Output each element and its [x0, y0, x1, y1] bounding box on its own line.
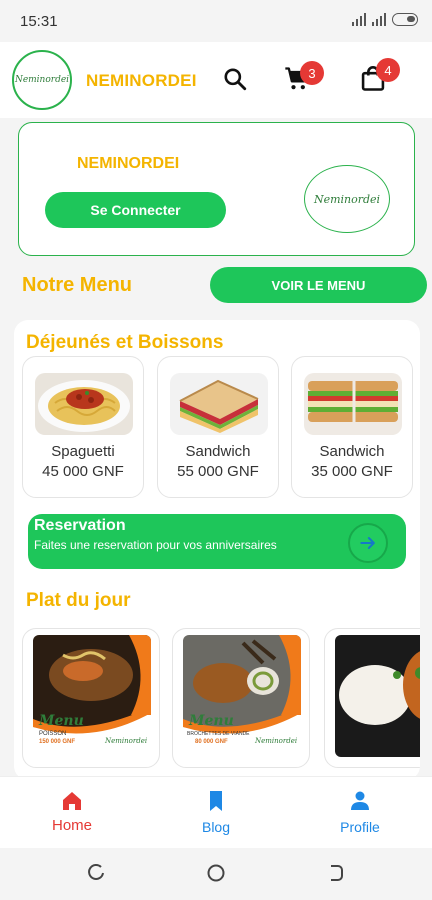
login-button[interactable]: Se Connecter: [45, 192, 226, 228]
spaghetti-image: [35, 373, 133, 435]
status-time: 15:31: [20, 13, 58, 30]
nav-item-blog[interactable]: Blog: [156, 777, 276, 849]
dish-menu-label: Menu: [189, 713, 234, 729]
reservation-title: Reservation: [34, 517, 126, 534]
reservation-subtitle: Faites une reservation pour vos annivers…: [34, 538, 277, 552]
daily-dish-card[interactable]: Menu POISSON 150 000 GNF Neminordei: [22, 628, 160, 768]
food-price: 55 000 GNF: [177, 463, 259, 480]
food-name: Spaguetti: [51, 443, 115, 460]
food-price: 45 000 GNF: [42, 463, 124, 480]
dish-brand: Neminordei: [255, 737, 298, 745]
see-menu-button[interactable]: VOIR LE MENU: [210, 267, 427, 303]
food-price: 35 000 GNF: [311, 463, 393, 480]
dish-brand: Neminordei: [105, 737, 148, 745]
brand-name: NEMINORDEI: [86, 71, 197, 90]
back-icon[interactable]: [326, 863, 346, 883]
status-bar: 15:31: [0, 0, 432, 42]
logo[interactable]: Neminordei: [12, 50, 72, 110]
rice-dish-image: [335, 635, 420, 757]
dish-name: BROCHETTES DE VIANDE: [187, 731, 250, 737]
welcome-card: NEMINORDEI Se Connecter Neminordei: [18, 122, 415, 256]
recent-apps-icon[interactable]: [86, 863, 106, 883]
food-name: Sandwich: [319, 443, 385, 460]
dish-price: 80 000 GNF: [195, 739, 228, 745]
hero-logo: Neminordei: [304, 165, 390, 233]
nav-label-home: Home: [51, 817, 92, 834]
food-card[interactable]: Sandwich 35 000 GNF: [291, 356, 413, 498]
reservation-banner[interactable]: Reservation Faites une reservation pour …: [28, 514, 406, 569]
lunch-section-title: Déjeunés et Boissons: [26, 332, 224, 353]
daily-dish-card[interactable]: [324, 628, 420, 768]
food-card[interactable]: Sandwich 55 000 GNF: [157, 356, 279, 498]
signal-icon: [372, 12, 386, 26]
menu-panel: Déjeunés et Boissons Spaguetti 45 000 GN…: [14, 320, 420, 780]
bag-count-badge: 4: [376, 58, 400, 82]
food-name: Sandwich: [185, 443, 251, 460]
nav-item-home[interactable]: Home: [12, 777, 132, 849]
sandwich-image: [170, 373, 268, 435]
person-icon: [351, 791, 369, 810]
home-system-icon[interactable]: [206, 863, 226, 883]
arrow-right-icon[interactable]: [348, 523, 388, 563]
bottom-navigation: Home Blog Profile: [0, 776, 432, 848]
food-card[interactable]: Spaguetti 45 000 GNF: [22, 356, 144, 498]
hero-logo-text: Neminordei: [313, 192, 381, 206]
daily-section-title: Plat du jour: [26, 590, 131, 611]
status-icons: [352, 12, 418, 26]
battery-icon: [392, 12, 418, 26]
home-icon: [63, 792, 81, 810]
dish-price: 150 000 GNF: [39, 739, 76, 745]
app-header: Neminordei NEMINORDEI 3 4: [0, 42, 432, 118]
logo-text: Neminordei: [14, 75, 70, 85]
dish-name: POISSON: [39, 731, 67, 737]
dish-menu-label: Menu: [39, 713, 84, 729]
cart-count-badge: 3: [300, 61, 324, 85]
signal-icon: [352, 12, 366, 26]
bookmark-icon: [210, 791, 222, 811]
menu-title: Notre Menu: [22, 274, 132, 296]
system-navigation-bar: [0, 848, 432, 900]
search-icon[interactable]: [218, 62, 252, 96]
nav-item-profile[interactable]: Profile: [300, 777, 420, 849]
hero-brand: NEMINORDEI: [77, 155, 180, 172]
nav-label-profile: Profile: [340, 819, 380, 835]
daily-dish-card[interactable]: Menu BROCHETTES DE VIANDE 80 000 GNF Nem…: [172, 628, 310, 768]
nav-label-blog: Blog: [201, 819, 231, 835]
club-sandwich-image: [304, 373, 402, 435]
